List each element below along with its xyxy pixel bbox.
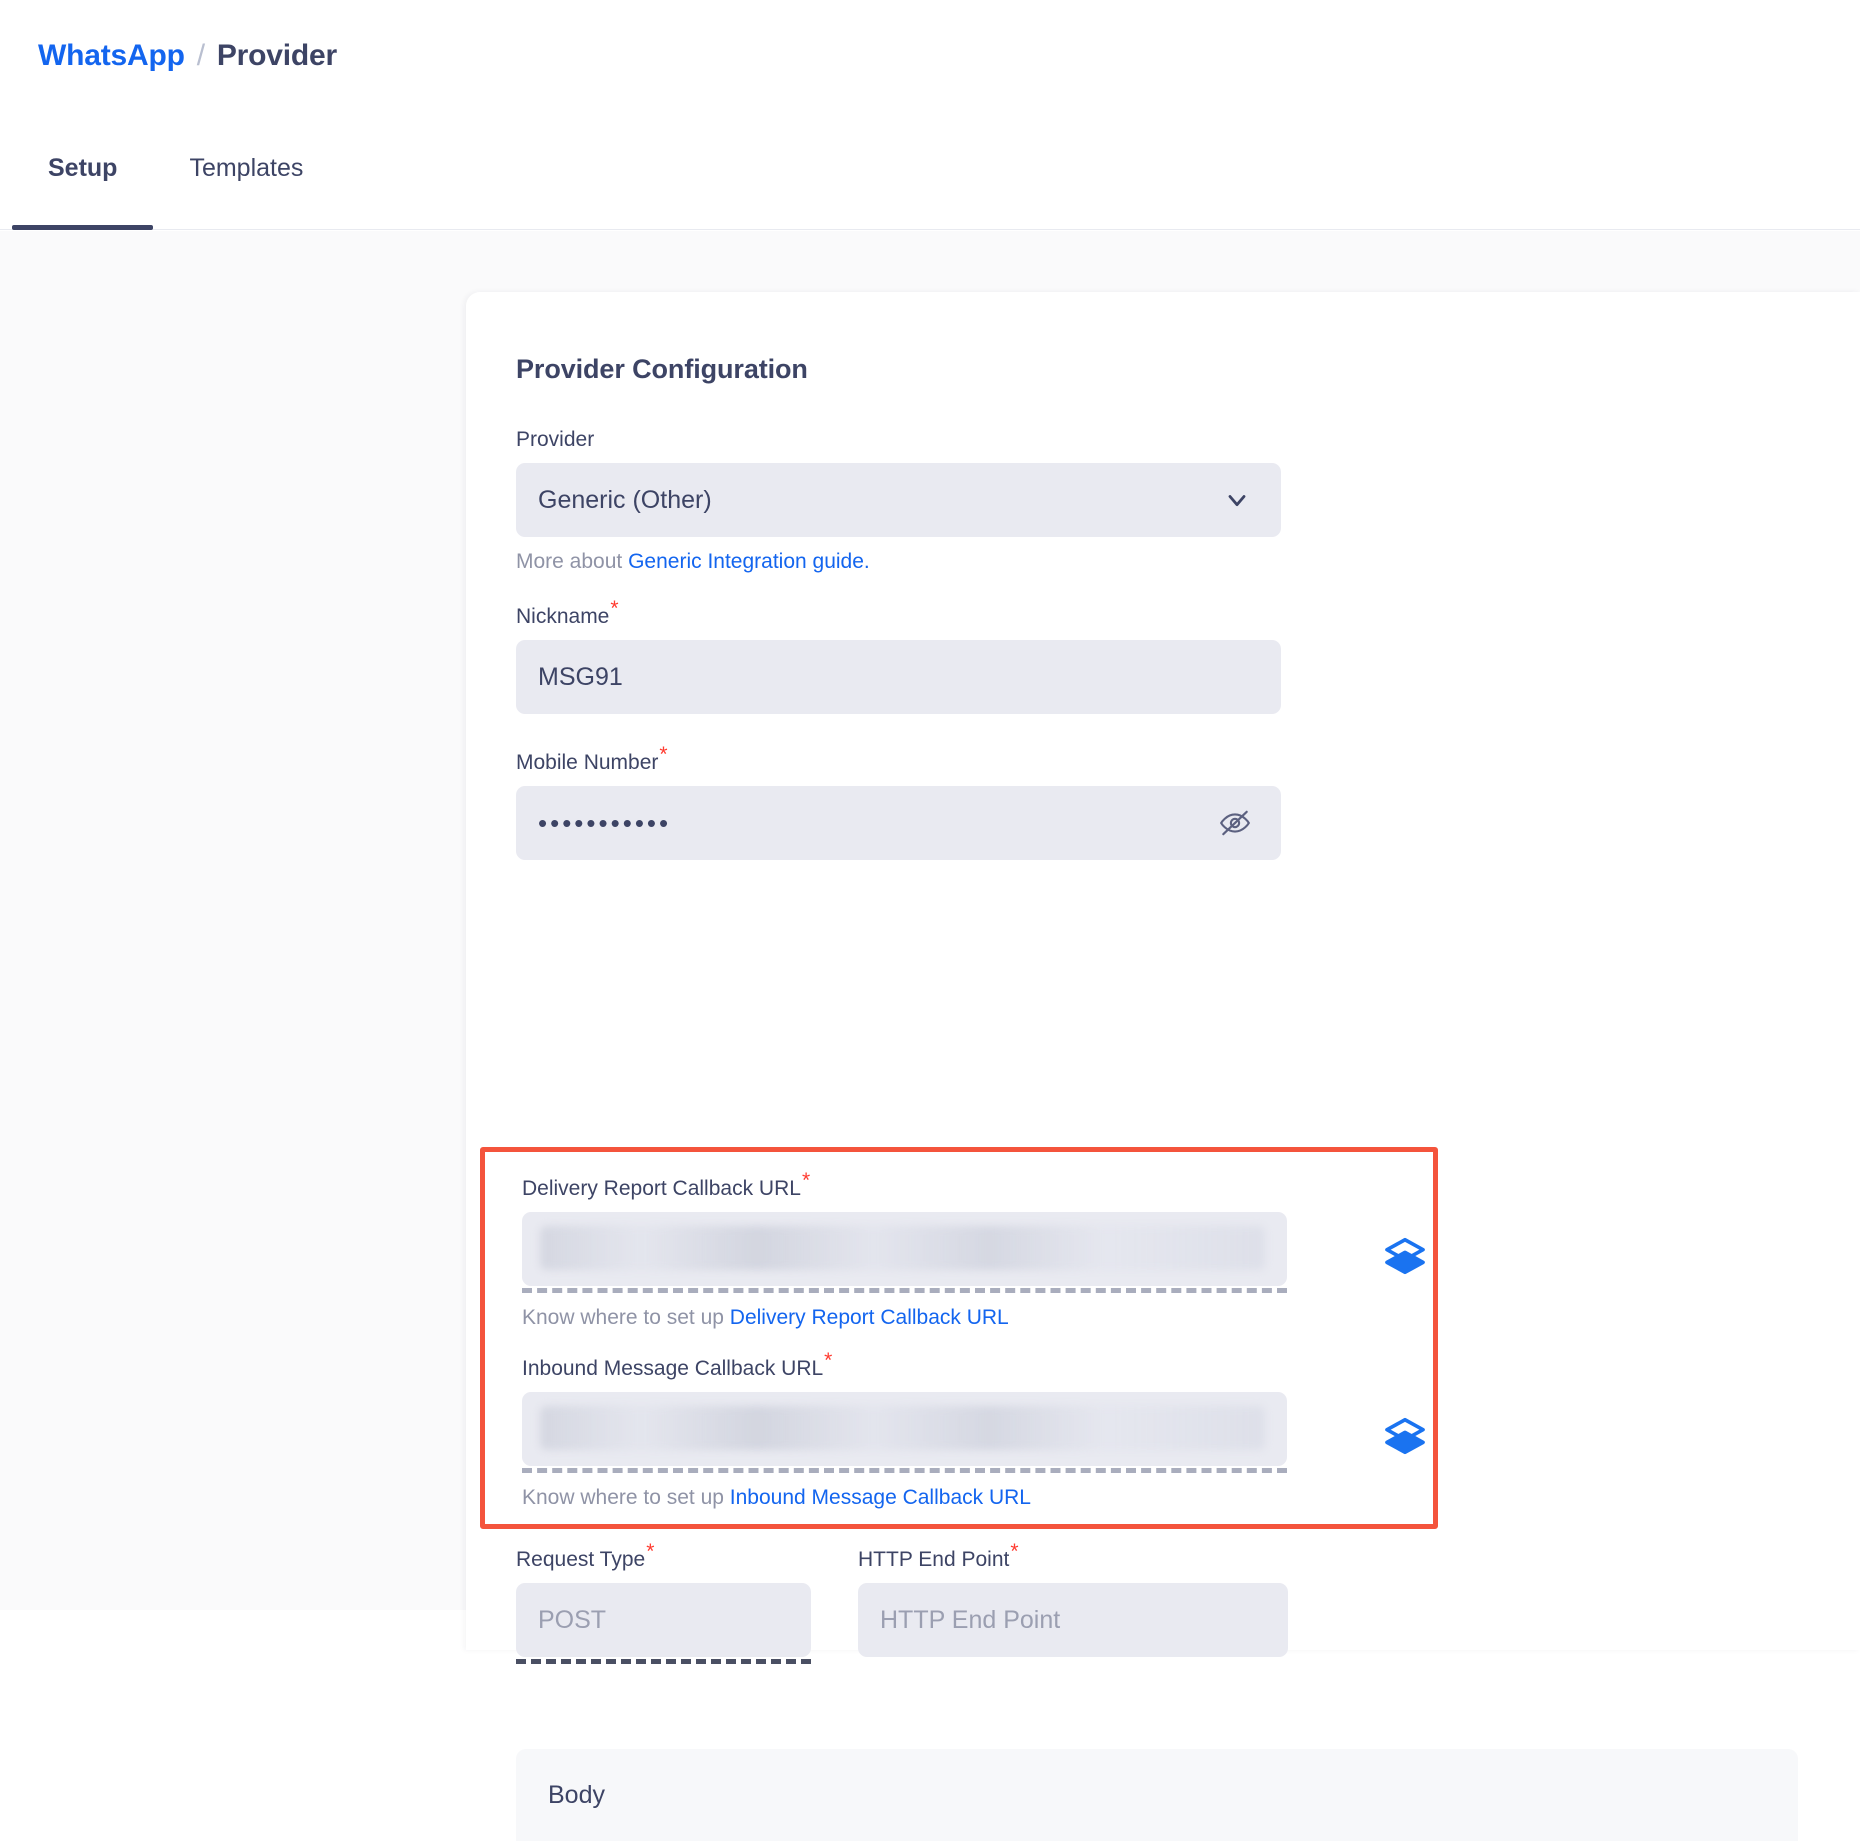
- delivery-report-required-asterisk: *: [802, 1169, 810, 1192]
- provider-field: Provider Generic (Other) More about Gene…: [516, 429, 1860, 572]
- provider-helper-text: More about Generic Integration guide.: [516, 551, 1860, 572]
- chevron-down-icon: [1223, 486, 1251, 514]
- inbound-message-callback-url-link[interactable]: Inbound Message Callback URL: [730, 1486, 1031, 1509]
- page-body: Provider Configuration Provider Generic …: [0, 231, 1860, 1610]
- delivery-report-callback-url-link[interactable]: Delivery Report Callback URL: [730, 1306, 1009, 1329]
- request-type-field: Request Type* POST: [516, 1549, 811, 1664]
- inbound-message-underline: [522, 1468, 1287, 1473]
- inbound-message-redacted-value: [540, 1406, 1265, 1450]
- provider-select-value: Generic (Other): [538, 486, 712, 515]
- body-section-label: Body: [548, 1781, 605, 1810]
- inbound-message-callback-label: Inbound Message Callback URL*: [522, 1358, 1433, 1379]
- http-end-point-required-asterisk: *: [1010, 1540, 1018, 1563]
- inbound-message-callback-input[interactable]: [522, 1392, 1287, 1466]
- generic-integration-guide-link[interactable]: Generic Integration guide.: [628, 550, 870, 573]
- page-left-gutter: [0, 231, 466, 1610]
- nickname-required-asterisk: *: [610, 597, 618, 620]
- mobile-number-label-text: Mobile Number: [516, 751, 658, 774]
- provider-helper-prefix: More about: [516, 550, 628, 573]
- tab-templates[interactable]: Templates: [153, 112, 339, 229]
- delivery-report-callback-label-text: Delivery Report Callback URL: [522, 1177, 801, 1200]
- tab-setup[interactable]: Setup: [12, 112, 153, 229]
- eye-off-icon[interactable]: [1219, 807, 1251, 839]
- request-type-underline: [516, 1659, 811, 1664]
- delivery-report-callback-input[interactable]: [522, 1212, 1287, 1286]
- nickname-label-text: Nickname: [516, 605, 609, 628]
- http-end-point-field: HTTP End Point* HTTP End Point: [858, 1549, 1288, 1664]
- nickname-field: Nickname* MSG91: [516, 606, 1860, 714]
- copy-layers-icon[interactable]: [1382, 1234, 1428, 1285]
- nickname-label: Nickname*: [516, 606, 1860, 627]
- mobile-number-label: Mobile Number*: [516, 752, 1860, 773]
- request-row: Request Type* POST HTTP End Point* HTTP …: [516, 1549, 1288, 1664]
- http-end-point-input[interactable]: HTTP End Point: [858, 1583, 1288, 1657]
- tab-bar: Setup Templates: [0, 112, 1860, 230]
- delivery-report-callback-field: Delivery Report Callback URL* Know where…: [522, 1178, 1433, 1328]
- inbound-message-helper-text: Know where to set up Inbound Message Cal…: [522, 1487, 1433, 1508]
- nickname-value: MSG91: [538, 663, 623, 692]
- page-title: Provider Configuration: [516, 354, 1860, 385]
- request-type-label-text: Request Type: [516, 1548, 645, 1571]
- request-type-required-asterisk: *: [646, 1540, 654, 1563]
- breadcrumb-current-provider: Provider: [217, 39, 337, 72]
- http-end-point-label-text: HTTP End Point: [858, 1548, 1009, 1571]
- copy-layers-icon[interactable]: [1382, 1414, 1428, 1465]
- breadcrumb-link-whatsapp[interactable]: WhatsApp: [38, 39, 185, 72]
- delivery-report-redacted-value: [540, 1226, 1265, 1270]
- inbound-message-required-asterisk: *: [824, 1349, 832, 1372]
- delivery-report-helper-prefix: Know where to set up: [522, 1306, 730, 1329]
- mobile-number-field: Mobile Number* •••••••••••: [516, 752, 1860, 860]
- http-end-point-label: HTTP End Point*: [858, 1549, 1288, 1570]
- delivery-report-callback-label: Delivery Report Callback URL*: [522, 1178, 1433, 1199]
- delivery-report-helper-text: Know where to set up Delivery Report Cal…: [522, 1307, 1433, 1328]
- body-section-header: Body: [516, 1749, 1798, 1841]
- breadcrumb-separator: /: [197, 39, 205, 72]
- breadcrumb-bar: WhatsApp / Provider: [0, 0, 1860, 112]
- nickname-input[interactable]: MSG91: [516, 640, 1281, 714]
- breadcrumb: WhatsApp / Provider: [38, 41, 337, 71]
- inbound-message-callback-field: Inbound Message Callback URL* Know where…: [522, 1358, 1433, 1508]
- callback-urls-highlight: Delivery Report Callback URL* Know where…: [480, 1147, 1438, 1529]
- provider-label: Provider: [516, 429, 1860, 450]
- mobile-number-input[interactable]: •••••••••••: [516, 786, 1281, 860]
- inbound-message-helper-prefix: Know where to set up: [522, 1486, 730, 1509]
- mobile-number-required-asterisk: *: [659, 743, 667, 766]
- request-type-label: Request Type*: [516, 1549, 811, 1570]
- mobile-number-masked-value: •••••••••••: [538, 808, 671, 839]
- delivery-report-underline: [522, 1288, 1287, 1293]
- request-type-input[interactable]: POST: [516, 1583, 811, 1657]
- inbound-message-callback-label-text: Inbound Message Callback URL: [522, 1357, 823, 1380]
- provider-select[interactable]: Generic (Other): [516, 463, 1281, 537]
